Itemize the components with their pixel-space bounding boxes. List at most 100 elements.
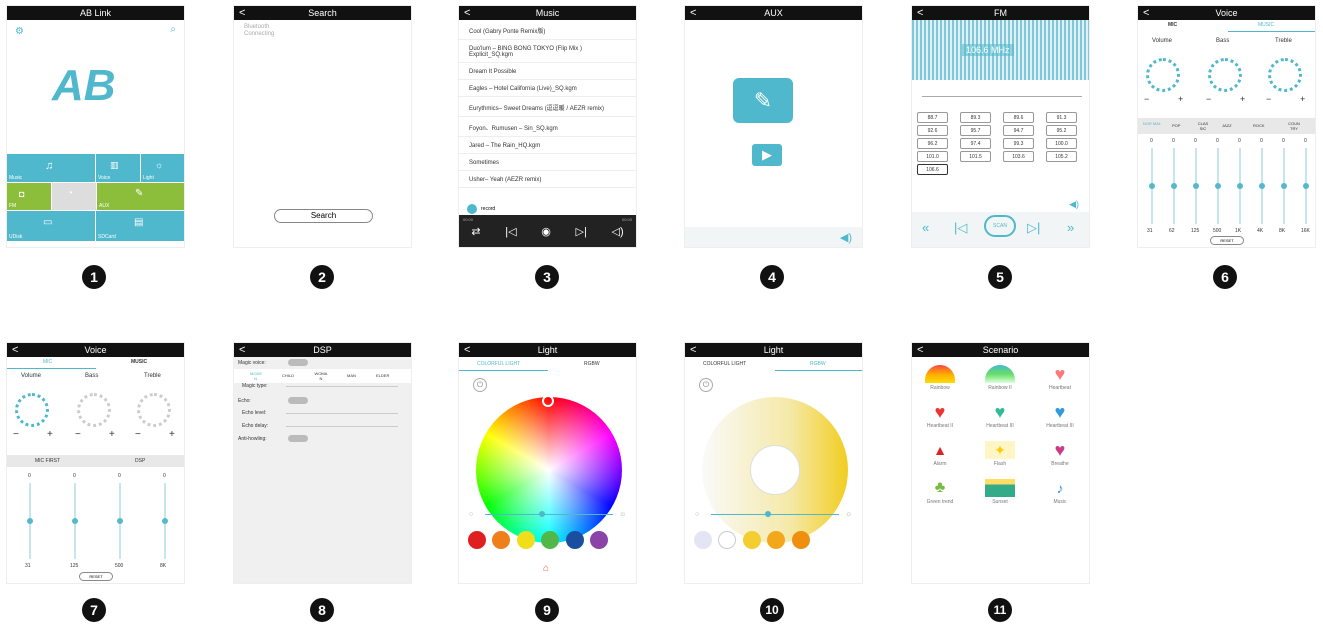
preset-button[interactable]: 96.2 [917, 138, 948, 149]
home-icon[interactable]: ⌂ [543, 563, 549, 574]
decrease-icon[interactable]: − [1266, 94, 1271, 104]
volume-dial[interactable] [15, 393, 49, 427]
brightness-slider[interactable] [485, 514, 613, 515]
next-icon[interactable]: ▷| [1027, 220, 1040, 236]
volume-icon[interactable]: ◁) [612, 225, 624, 238]
track-item[interactable]: Eurythmics– Sweet Dreams (逗逗暖 / AEZR rem… [459, 97, 636, 117]
scenario-flash[interactable]: ✦ Flash [976, 441, 1024, 467]
rewind-icon[interactable]: « [922, 220, 929, 235]
decrease-icon[interactable]: − [1206, 94, 1211, 104]
previous-icon[interactable]: |◁ [954, 220, 967, 236]
tab-mic[interactable]: MIC [43, 359, 52, 365]
scenario-heartbeat[interactable]: ♥ Heartbeat [1036, 365, 1084, 391]
decrease-icon[interactable]: − [1144, 94, 1149, 104]
color-preset-red[interactable] [468, 531, 486, 549]
scenario-music[interactable]: ♪ Music [1036, 479, 1084, 505]
previous-icon[interactable]: |◁ [505, 225, 516, 238]
bass-dial[interactable] [1208, 58, 1242, 92]
track-item[interactable]: Foyon、Rumusen – Sin_SQ.kgm [459, 117, 636, 137]
magic-voice-toggle[interactable] [288, 359, 308, 366]
color-preset-green[interactable] [541, 531, 560, 549]
back-icon[interactable]: < [690, 6, 696, 20]
eq-slider-knob[interactable] [72, 518, 78, 524]
color-preset-orange[interactable] [492, 531, 511, 549]
preset-button[interactable]: 100.0 [1046, 138, 1077, 149]
eq-slider[interactable] [1215, 148, 1221, 224]
tab-colorful-light[interactable]: COLORFUL LIGHT [477, 361, 520, 367]
treble-dial[interactable] [137, 393, 171, 427]
preset-button[interactable]: 89.3 [960, 112, 991, 123]
eq-slider[interactable] [162, 483, 168, 559]
echo-level-slider[interactable] [286, 413, 398, 414]
fast-forward-icon[interactable]: » [1067, 220, 1074, 235]
scenario-heartbeat-2[interactable]: ♥ Heartbeat II [916, 403, 964, 429]
back-icon[interactable]: < [239, 343, 245, 357]
scenario-sunset[interactable]: Sunset [976, 479, 1024, 505]
increase-icon[interactable]: + [1240, 94, 1245, 104]
eq-slider-knob[interactable] [1237, 183, 1243, 189]
color-preset-yellow[interactable] [516, 531, 535, 549]
power-icon[interactable]: ⏻ [473, 378, 487, 392]
eq-slider[interactable] [1281, 148, 1287, 224]
preset-button[interactable]: 92.6 [917, 125, 948, 136]
scenario-rainbow[interactable]: Rainbow [916, 365, 964, 391]
search-button[interactable]: Search [274, 209, 373, 223]
eq-slider[interactable] [1193, 148, 1199, 224]
eq-slider[interactable] [27, 483, 33, 559]
voice-type[interactable]: MAN [347, 373, 356, 378]
volume-icon[interactable]: ◀) [1069, 199, 1079, 210]
next-icon[interactable]: ▷| [576, 225, 587, 238]
voice-type[interactable]: MODE N. [248, 371, 264, 381]
light-tile[interactable]: ☼ Light [141, 154, 184, 182]
voice-type[interactable]: ELDER [376, 373, 389, 378]
back-icon[interactable]: < [917, 6, 923, 20]
track-item[interactable]: Duo'lum – BING BONG TOKYO (Flip Mix ) Ex… [459, 40, 636, 63]
preset-button[interactable]: 91.3 [1046, 112, 1077, 123]
section-dsp[interactable]: DSP [135, 458, 145, 464]
bass-dial[interactable] [77, 393, 111, 427]
back-icon[interactable]: < [239, 6, 245, 20]
play-icon[interactable]: ◉ [541, 225, 551, 238]
tab-rgbw[interactable]: RGBW [810, 361, 826, 367]
increase-icon[interactable]: + [169, 429, 175, 440]
tab-mic[interactable]: MIC [1168, 22, 1177, 28]
white-warm-wheel[interactable] [702, 397, 848, 543]
anti-howling-toggle[interactable] [288, 435, 308, 442]
tab-music[interactable]: MUSIC [1258, 22, 1274, 28]
preset-button[interactable]: 105.2 [1046, 151, 1077, 162]
eq-slider-knob[interactable] [1303, 183, 1309, 189]
eq-slider-knob[interactable] [1259, 183, 1265, 189]
scenario-alarm[interactable]: ▲ Alarm [916, 441, 964, 467]
preset-button[interactable]: 88.7 [917, 112, 948, 123]
eq-mode[interactable]: POP [1172, 123, 1180, 128]
power-icon[interactable]: ⏻ [699, 378, 713, 392]
track-item[interactable]: Usher– Yeah (AEZR remix) [459, 171, 636, 188]
back-icon[interactable]: < [12, 343, 18, 357]
back-icon[interactable]: < [464, 6, 470, 20]
udisk-tile[interactable]: ▭ UDisk [7, 211, 95, 241]
track-item[interactable]: Cool (Gabry Ponte Remix版) [459, 20, 636, 40]
back-icon[interactable]: < [917, 343, 923, 357]
increase-icon[interactable]: + [109, 429, 115, 440]
search-icon[interactable]: ⌕ [170, 24, 176, 35]
clock-tile[interactable]: ◔ [52, 183, 96, 210]
eq-slider[interactable] [1171, 148, 1177, 224]
scan-button[interactable]: SCAN [984, 215, 1016, 237]
eq-slider-knob[interactable] [1281, 183, 1287, 189]
eq-slider-knob[interactable] [1193, 183, 1199, 189]
decrease-icon[interactable]: − [13, 429, 19, 440]
sdcard-tile[interactable]: ▤ SDCard [96, 211, 184, 241]
color-wheel[interactable] [476, 395, 622, 543]
echo-delay-slider[interactable] [286, 426, 398, 427]
brightness-handle[interactable] [765, 511, 771, 517]
color-preset-yellow[interactable] [742, 531, 761, 549]
brightness-slider[interactable] [711, 514, 839, 515]
eq-slider-knob[interactable] [117, 518, 123, 524]
eq-mode[interactable]: ROCK [1253, 123, 1265, 128]
eq-mode[interactable]: COUN TRY [1286, 121, 1302, 131]
scenario-green-trend[interactable]: ♣ Green trend [916, 479, 964, 505]
color-preset-white[interactable] [718, 531, 737, 549]
tab-rgbw[interactable]: RGBW [584, 361, 600, 367]
record-icon[interactable] [467, 204, 477, 214]
preset-button[interactable]: 103.6 [1003, 151, 1034, 162]
